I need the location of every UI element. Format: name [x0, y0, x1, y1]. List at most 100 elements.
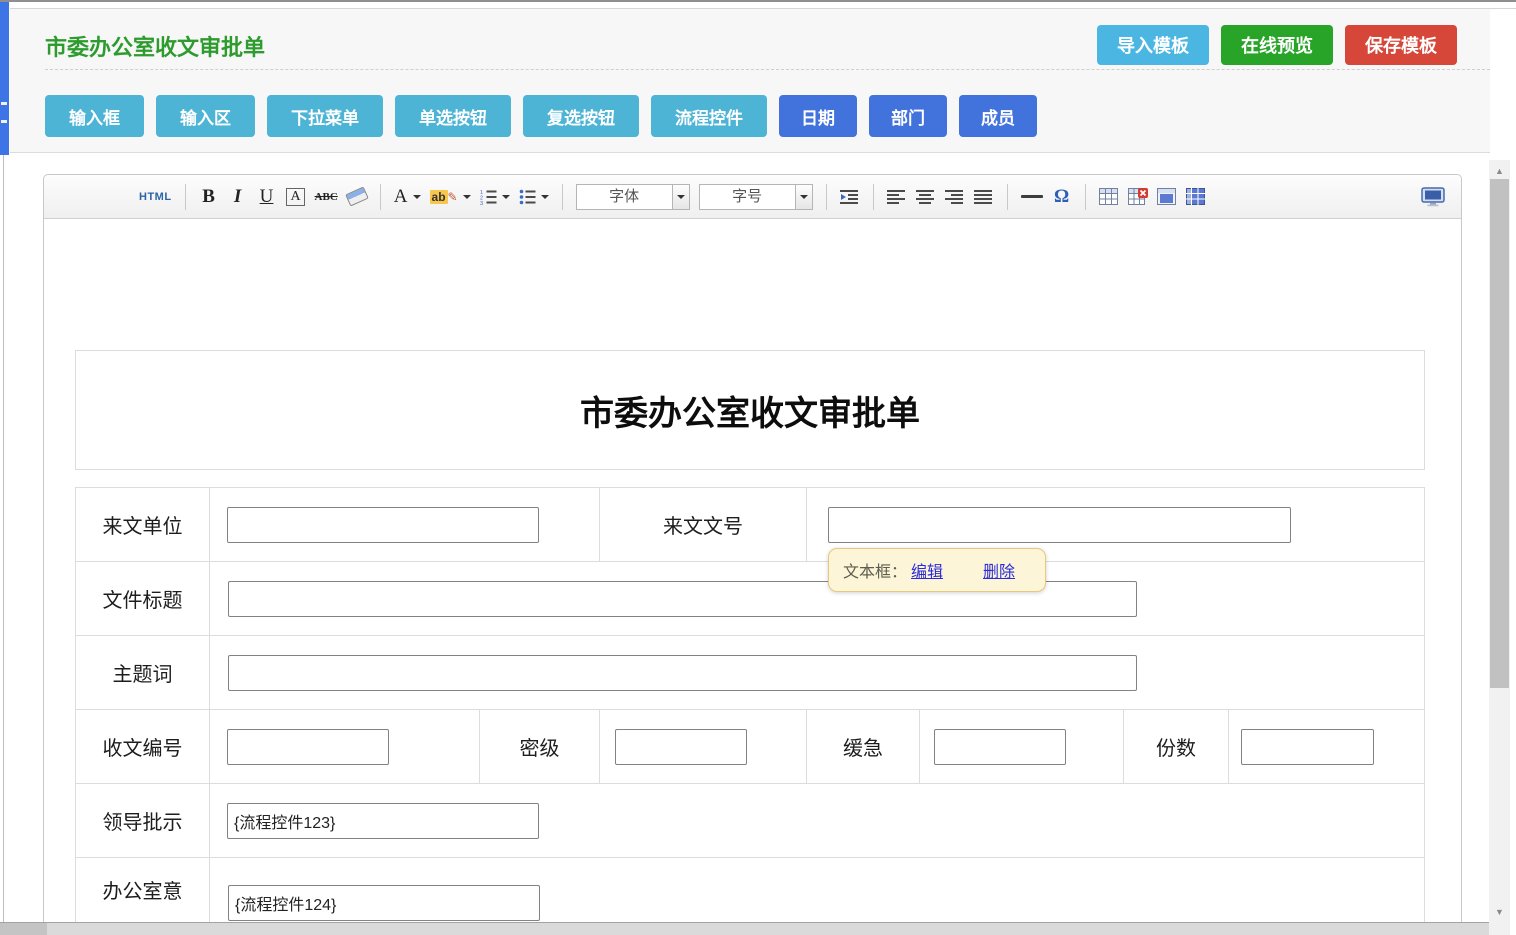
table-row: 收文编号 密级 缓急 份数: [75, 709, 1425, 784]
align-right-icon[interactable]: [945, 182, 965, 212]
subject-words-input[interactable]: [228, 655, 1137, 691]
delete-table-icon[interactable]: [1128, 182, 1148, 212]
editor-toolbar: HTML B I U A ABC A ab✎ 1 2 3: [44, 175, 1461, 219]
cell-secrecy-level: [599, 710, 806, 783]
label-receipt-number: 收文编号: [76, 710, 209, 783]
widget-button-input-box[interactable]: 输入框: [45, 95, 144, 137]
maximize-icon[interactable]: [1421, 182, 1445, 212]
page-title: 市委办公室收文审批单: [45, 30, 265, 62]
cell-urgency: [919, 710, 1123, 783]
secrecy-level-input[interactable]: [615, 729, 747, 765]
toolbar-separator: [1007, 184, 1008, 210]
align-left-icon[interactable]: [887, 182, 907, 212]
cell-incoming-unit: [209, 488, 599, 561]
leader-instructions-input[interactable]: [227, 803, 539, 839]
underline-icon[interactable]: U: [257, 182, 277, 212]
toolbar-separator: [380, 184, 381, 210]
toolbar-separator: [826, 184, 827, 210]
label-document-number: 来文文号: [599, 488, 806, 561]
strikethrough-icon[interactable]: ABC: [315, 182, 338, 212]
widget-button-checkbox[interactable]: 复选按钮: [523, 95, 639, 137]
form-table: 来文单位 来文文号 文件标题 主题词: [75, 487, 1425, 935]
urgency-input[interactable]: [934, 729, 1066, 765]
unordered-list-icon[interactable]: [519, 182, 549, 212]
document-title-box: 市委办公室收文审批单: [75, 350, 1425, 470]
ordered-list-icon[interactable]: 1 2 3: [480, 182, 510, 212]
richtext-editor: HTML B I U A ABC A ab✎ 1 2 3: [43, 174, 1462, 935]
form-template-editor-page: { "header": { "title": "市委办公室收文审批单", "ac…: [0, 0, 1516, 935]
font-color-icon[interactable]: A: [394, 182, 421, 212]
widget-button-input-area[interactable]: 输入区: [156, 95, 255, 137]
cell-leader-instructions: [209, 784, 1424, 857]
insert-table-icon[interactable]: [1099, 182, 1119, 212]
editor-canvas[interactable]: 市委办公室收文审批单 来文单位 来文文号 文件标题 主题词: [44, 219, 1461, 935]
widget-button-date[interactable]: 日期: [779, 95, 857, 137]
incoming-unit-input[interactable]: [227, 507, 539, 543]
widget-button-radio[interactable]: 单选按钮: [395, 95, 511, 137]
scroll-down-icon[interactable]: ▼: [1489, 903, 1510, 920]
table-row: 来文单位 来文文号: [75, 487, 1425, 562]
highlight-color-icon[interactable]: ab✎: [430, 182, 471, 212]
control-tooltip: 文本框： 编辑 删除: [828, 548, 1046, 592]
text-style-icon[interactable]: A: [286, 182, 306, 212]
import-template-button[interactable]: 导入模板: [1097, 25, 1209, 65]
header-section: 市委办公室收文审批单 导入模板 在线预览 保存模板 输入框 输入区 下拉菜单 单…: [10, 9, 1490, 152]
header-actions: 导入模板 在线预览 保存模板: [1097, 25, 1457, 65]
label-copies: 份数: [1123, 710, 1228, 783]
table-row: 主题词: [75, 635, 1425, 710]
document-number-input[interactable]: [828, 507, 1291, 543]
horizontal-rule-icon[interactable]: [1021, 182, 1043, 212]
widget-button-row: 输入框 输入区 下拉菜单 单选按钮 复选按钮 流程控件 日期 部门 成员: [45, 95, 1037, 137]
bold-icon[interactable]: B: [199, 182, 219, 212]
label-subject-words: 主题词: [76, 636, 209, 709]
scroll-up-icon[interactable]: ▲: [1489, 162, 1510, 179]
label-document-title: 文件标题: [76, 562, 209, 635]
tooltip-label: 文本框：: [843, 558, 907, 582]
source-code-icon[interactable]: HTML: [139, 182, 172, 212]
background-window-bottom: [0, 922, 1489, 935]
save-template-button[interactable]: 保存模板: [1345, 25, 1457, 65]
toolbar-separator: [1085, 184, 1086, 210]
cell-copies: [1228, 710, 1424, 783]
cell-document-title: [209, 562, 1424, 635]
align-center-icon[interactable]: [916, 182, 936, 212]
widget-button-process-control[interactable]: 流程控件: [651, 95, 767, 137]
font-family-select[interactable]: 字体: [576, 184, 690, 210]
label-urgency: 缓急: [806, 710, 919, 783]
window-top-border: [0, 0, 1516, 2]
office-opinion-input[interactable]: [228, 885, 540, 921]
table-properties-icon[interactable]: [1157, 182, 1177, 212]
page-left-border: [3, 155, 4, 922]
background-window-glyph: [1, 120, 7, 123]
delete-link[interactable]: 删除: [983, 558, 1015, 582]
scrollbar-thumb[interactable]: [1490, 179, 1509, 688]
toolbar-separator: [185, 184, 186, 210]
table-row: 领导批示: [75, 783, 1425, 858]
chevron-down-icon: [413, 195, 421, 199]
online-preview-button[interactable]: 在线预览: [1221, 25, 1333, 65]
background-window-glyph: [1, 102, 7, 105]
svg-text:3: 3: [480, 201, 483, 205]
eraser-icon[interactable]: [347, 182, 367, 212]
table-row: 文件标题: [75, 561, 1425, 636]
chevron-down-icon: [502, 195, 510, 199]
chevron-down-icon[interactable]: [672, 185, 689, 209]
chevron-down-icon: [541, 195, 549, 199]
indent-icon[interactable]: [840, 182, 860, 212]
widget-button-dropdown-menu[interactable]: 下拉菜单: [267, 95, 383, 137]
background-window-edge: [0, 2, 9, 155]
cell-properties-icon[interactable]: [1186, 182, 1206, 212]
italic-icon[interactable]: I: [228, 182, 248, 212]
widget-button-member[interactable]: 成员: [959, 95, 1037, 137]
chevron-down-icon[interactable]: [795, 185, 812, 209]
copies-input[interactable]: [1241, 729, 1374, 765]
widget-button-department[interactable]: 部门: [869, 95, 947, 137]
toolbar-separator: [873, 184, 874, 210]
align-justify-icon[interactable]: [974, 182, 994, 212]
vertical-scrollbar[interactable]: ▲ ▼: [1489, 160, 1510, 935]
label-secrecy-level: 密级: [479, 710, 599, 783]
receipt-number-input[interactable]: [227, 729, 389, 765]
special-character-icon[interactable]: Ω: [1052, 182, 1072, 212]
edit-link[interactable]: 编辑: [911, 558, 943, 582]
font-size-select[interactable]: 字号: [699, 184, 813, 210]
